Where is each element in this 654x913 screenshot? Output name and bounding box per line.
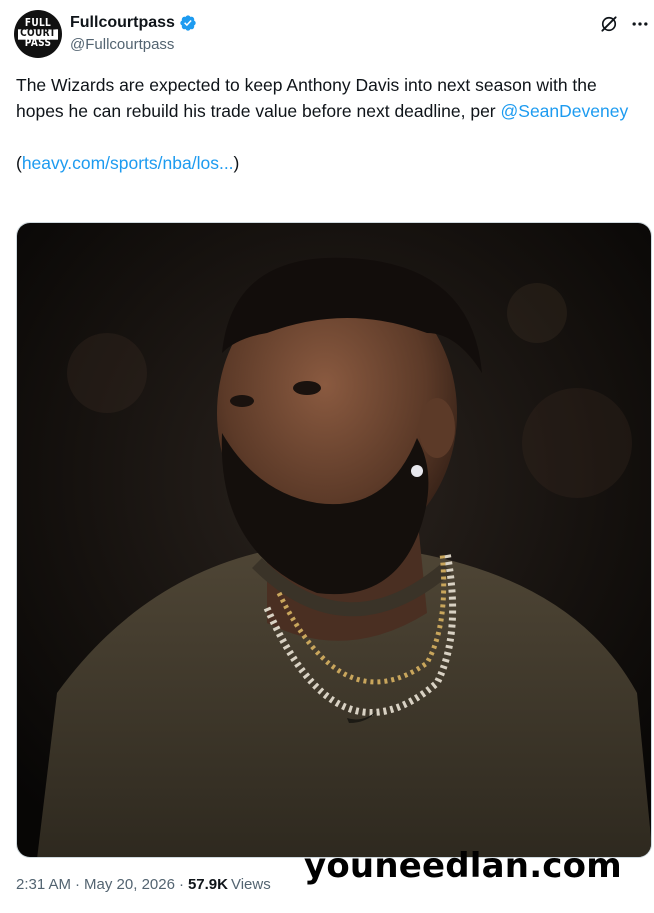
tweet-body: The Wizards are expected to keep Anthony… (16, 72, 641, 124)
author-handle[interactable]: @Fullcourtpass (70, 36, 197, 53)
source-link[interactable]: heavy.com/sports/nba/los... (22, 153, 234, 173)
display-name-row: Fullcourtpass (70, 12, 197, 34)
meta-separator-2: · (178, 876, 184, 893)
more-options-icon[interactable] (630, 14, 650, 34)
verified-badge-icon (180, 15, 196, 31)
author-names: Fullcourtpass @Fullcourtpass (70, 12, 197, 53)
tweet-meta: 2:31 AM · May 20, 2026 · 57.9K Views (16, 876, 271, 893)
views-count: 57.9K (187, 876, 228, 893)
avatar[interactable]: FULL COURT PASS (14, 10, 62, 58)
tweet-text: The Wizards are expected to keep Anthony… (16, 72, 641, 176)
views-label: Views (230, 876, 271, 893)
mention-link[interactable]: @SeanDeveney (501, 101, 629, 121)
tweet-header: FULL COURT PASS Fullcourtpass @Fullcourt… (14, 10, 648, 60)
watermark: youneedlan.com (304, 846, 622, 886)
tweet-photo[interactable] (16, 222, 652, 858)
tweet-time[interactable]: 2:31 AM (16, 876, 71, 893)
close-paren: ) (233, 153, 240, 173)
meta-separator: · (75, 876, 81, 893)
grok-icon[interactable] (599, 14, 619, 34)
tweet-date[interactable]: May 20, 2026 (84, 876, 175, 893)
player-photo-image (17, 223, 651, 857)
display-name[interactable]: Fullcourtpass (70, 14, 175, 32)
avatar-text-line-3: PASS (24, 37, 52, 50)
source-line: (heavy.com/sports/nba/los...) (16, 150, 641, 176)
